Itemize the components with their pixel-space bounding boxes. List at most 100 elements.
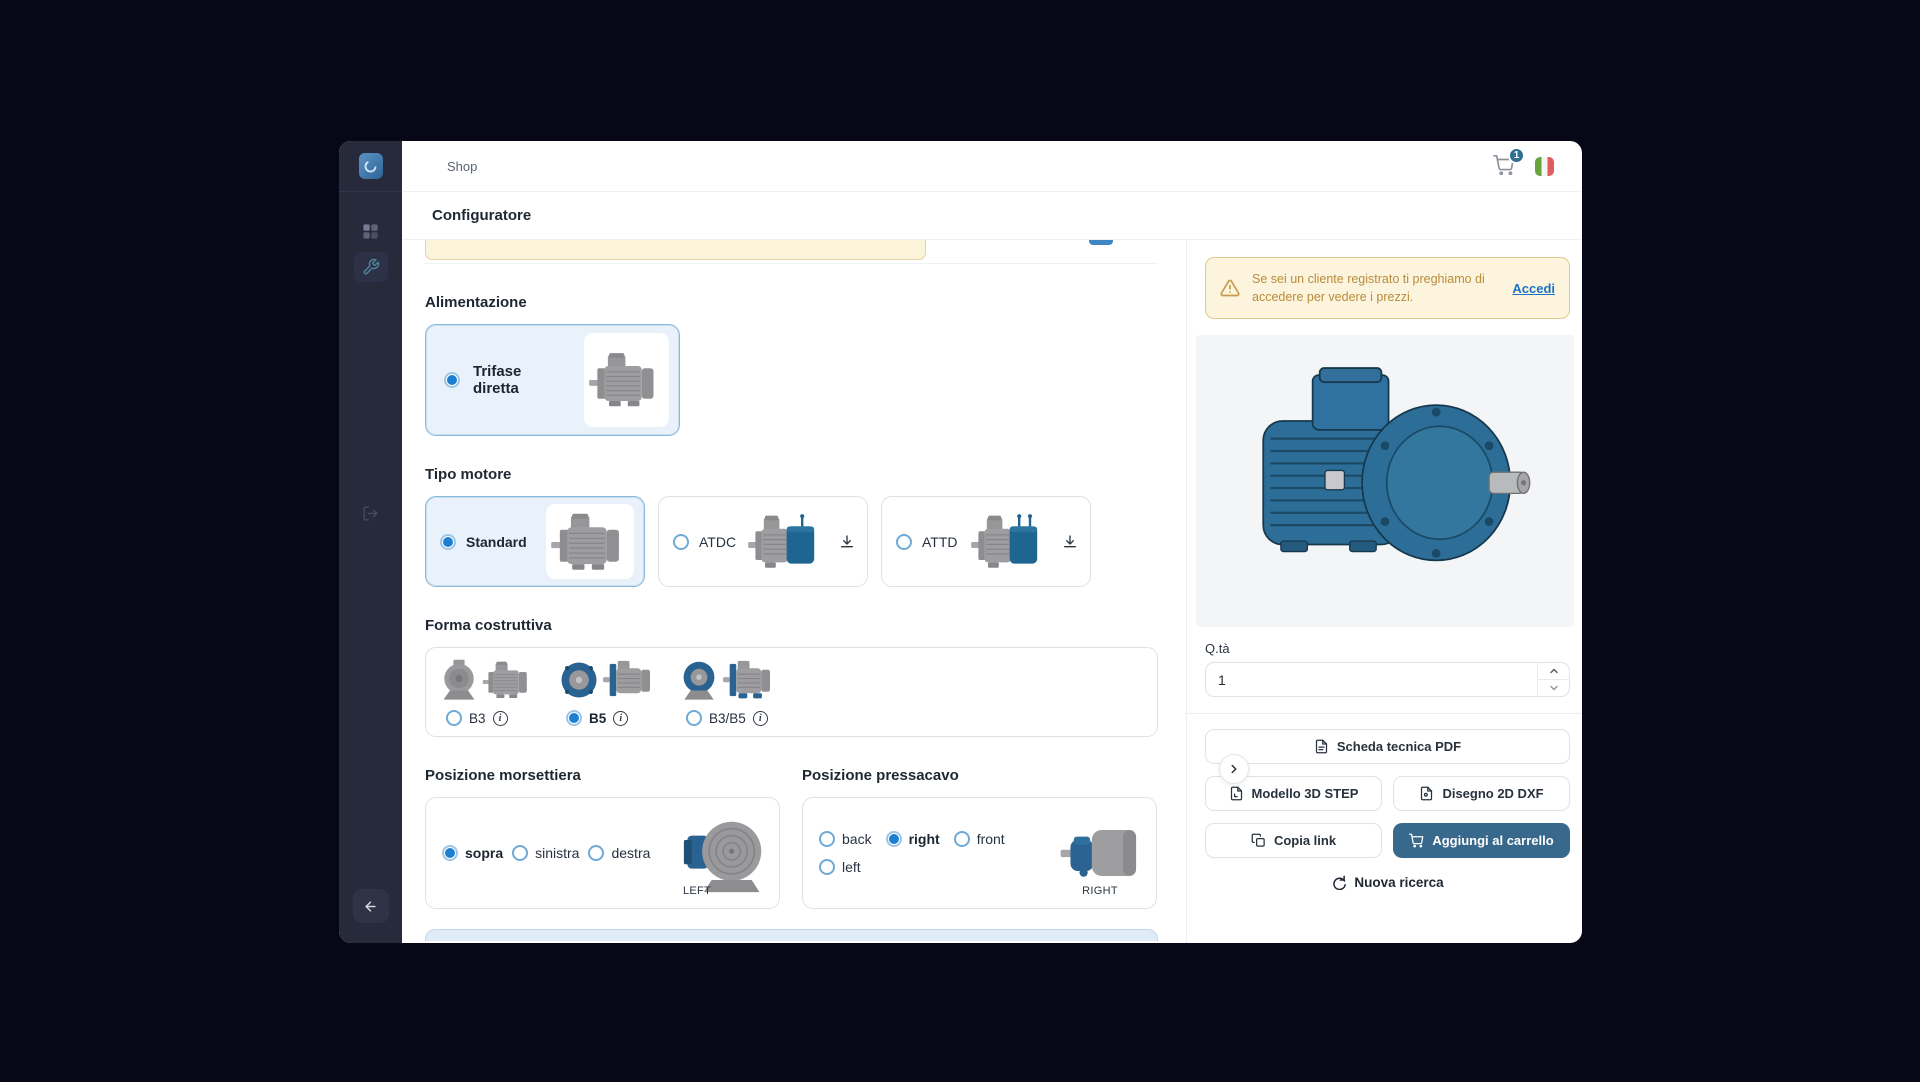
option-left[interactable]: left bbox=[819, 859, 861, 875]
collapse-sidebar-button[interactable] bbox=[353, 889, 389, 923]
info-icon[interactable]: i bbox=[753, 711, 768, 726]
warning-icon bbox=[1220, 278, 1240, 298]
product-image bbox=[1196, 335, 1574, 627]
sidebar-item-signout[interactable] bbox=[354, 498, 388, 528]
download-icon bbox=[1062, 534, 1078, 550]
option-card-trifase-diretta[interactable]: Trifase diretta bbox=[425, 324, 680, 436]
option-sopra[interactable]: sopra bbox=[442, 845, 503, 861]
radio-sinistra[interactable] bbox=[512, 845, 528, 861]
panel-divider bbox=[1187, 713, 1582, 714]
configurator-scroll-area[interactable]: Alimentazione Trifase diretta Tipo motor… bbox=[402, 240, 1186, 943]
trifase-motor-image bbox=[584, 333, 669, 427]
expand-panel-button[interactable] bbox=[1219, 754, 1249, 784]
info-icon[interactable]: i bbox=[613, 711, 628, 726]
option-right[interactable]: right bbox=[886, 831, 940, 847]
refresh-icon bbox=[1331, 875, 1346, 890]
option-label: Trifase diretta bbox=[473, 363, 571, 397]
app-window: Shop 1 Configuratore bbox=[339, 141, 1582, 943]
option-label: ATTD bbox=[922, 534, 958, 550]
sidebar bbox=[339, 141, 402, 943]
radio-attd[interactable] bbox=[896, 534, 912, 550]
b3-image bbox=[438, 656, 534, 704]
option-label: ATDC bbox=[699, 534, 736, 550]
radio-b3b5[interactable] bbox=[686, 710, 702, 726]
arrow-left-icon bbox=[363, 899, 378, 914]
section-title-forma-costruttiva: Forma costruttiva bbox=[425, 617, 1158, 634]
login-alert: Se sei un cliente registrato ti preghiam… bbox=[1205, 257, 1570, 319]
morsettiera-position-image: LEFT bbox=[677, 803, 769, 903]
clipped-highlight-row bbox=[425, 240, 926, 260]
radio-atdc[interactable] bbox=[673, 534, 689, 550]
option-card-standard[interactable]: Standard bbox=[425, 496, 645, 587]
atdc-motor-image bbox=[746, 504, 827, 579]
radio-sopra[interactable] bbox=[442, 845, 458, 861]
topbar-title: Shop bbox=[447, 159, 477, 174]
section-title-posizione-morsettiera: Posizione morsettiera bbox=[425, 767, 780, 784]
option-card-atdc[interactable]: ATDC bbox=[658, 496, 868, 587]
option-label: Standard bbox=[466, 534, 527, 550]
radio-front[interactable] bbox=[954, 831, 970, 847]
option-front[interactable]: front bbox=[954, 831, 1005, 847]
sign-out-icon bbox=[362, 505, 379, 522]
option-card-attd[interactable]: ATTD bbox=[881, 496, 1091, 587]
radio-destra[interactable] bbox=[588, 845, 604, 861]
radio-right[interactable] bbox=[886, 831, 902, 847]
drawing-2d-dxf-button[interactable]: Disegno 2D DXF bbox=[1393, 776, 1570, 811]
section-title-tipo-motore: Tipo motore bbox=[425, 466, 1158, 483]
pdf-file-icon bbox=[1314, 739, 1329, 754]
copy-link-button[interactable]: Copia link bbox=[1205, 823, 1382, 858]
option-label: B3 bbox=[469, 711, 486, 726]
chevron-right-icon bbox=[1227, 762, 1241, 776]
app-logo-icon[interactable] bbox=[359, 153, 383, 179]
quantity-input[interactable] bbox=[1205, 662, 1570, 697]
option-label: B3/B5 bbox=[709, 711, 746, 726]
datasheet-pdf-button[interactable]: Scheda tecnica PDF bbox=[1205, 729, 1570, 764]
radio-standard[interactable] bbox=[440, 534, 456, 550]
topbar: Shop 1 bbox=[402, 141, 1582, 192]
quantity-increment-button[interactable] bbox=[1538, 663, 1569, 679]
step-file-icon bbox=[1229, 786, 1244, 801]
option-destra[interactable]: destra bbox=[588, 845, 650, 861]
download-icon bbox=[839, 534, 855, 550]
section-title-posizione-pressacavo: Posizione pressacavo bbox=[802, 767, 1157, 784]
new-search-button[interactable]: Nuova ricerca bbox=[1205, 875, 1570, 890]
b3b5-image bbox=[678, 656, 774, 704]
forma-costruttiva-card: B3 i B5 i bbox=[425, 647, 1158, 737]
posizione-pressacavo-card: back right front bbox=[802, 797, 1157, 909]
option-group-b5[interactable]: B5 i bbox=[558, 656, 654, 726]
pressacavo-position-image: RIGHT bbox=[1054, 803, 1146, 903]
quantity-decrement-button[interactable] bbox=[1538, 679, 1569, 696]
sidebar-logo-section bbox=[339, 141, 402, 192]
radio-b3[interactable] bbox=[446, 710, 462, 726]
download-attd-button[interactable] bbox=[1060, 531, 1081, 553]
page-header: Configuratore bbox=[402, 192, 1582, 240]
add-to-cart-button[interactable]: Aggiungi al carrello bbox=[1393, 823, 1570, 858]
option-back[interactable]: back bbox=[819, 831, 872, 847]
wrench-icon bbox=[362, 258, 380, 276]
radio-left[interactable] bbox=[819, 859, 835, 875]
download-atdc-button[interactable] bbox=[837, 531, 857, 553]
accedi-link[interactable]: Accedi bbox=[1512, 281, 1555, 296]
radio-back[interactable] bbox=[819, 831, 835, 847]
cart-button[interactable]: 1 bbox=[1493, 154, 1517, 178]
italy-flag-icon[interactable] bbox=[1535, 157, 1554, 176]
cart-badge: 1 bbox=[1508, 147, 1525, 164]
option-sinistra[interactable]: sinistra bbox=[512, 845, 579, 861]
quantity-label: Q.tà bbox=[1205, 641, 1570, 656]
sidebar-item-configurator[interactable] bbox=[354, 252, 388, 282]
radio-b5[interactable] bbox=[566, 710, 582, 726]
cart-icon bbox=[1409, 833, 1424, 848]
sidebar-item-dashboard[interactable] bbox=[354, 216, 388, 246]
posizione-morsettiera-card: sopra sinistra destra bbox=[425, 797, 780, 909]
chevron-down-icon bbox=[1548, 682, 1560, 694]
image-caption: LEFT bbox=[683, 885, 711, 897]
radio-trifase-diretta[interactable] bbox=[444, 372, 460, 388]
option-group-b3[interactable]: B3 i bbox=[438, 656, 534, 726]
clipped-blue-control bbox=[1089, 240, 1113, 245]
clipped-previous-section bbox=[425, 240, 1158, 264]
info-icon[interactable]: i bbox=[493, 711, 508, 726]
chevron-up-icon bbox=[1548, 665, 1560, 677]
standard-motor-image bbox=[546, 504, 634, 579]
option-label: B5 bbox=[589, 711, 606, 726]
option-group-b3b5[interactable]: B3/B5 i bbox=[678, 656, 774, 726]
